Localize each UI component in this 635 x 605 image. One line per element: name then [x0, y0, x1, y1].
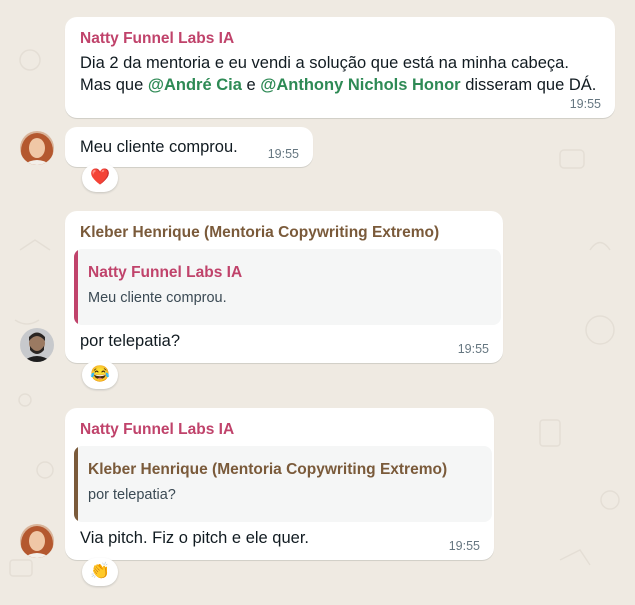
user-avatar-icon — [20, 131, 54, 165]
message-text-fragment: disseram que DÁ. — [460, 76, 597, 94]
quoted-sender: Natty Funnel Labs IA — [88, 264, 243, 281]
message-timestamp: 19:55 — [267, 147, 299, 161]
chat-area[interactable]: Natty Funnel Labs IA Dia 2 da mentoria e… — [0, 0, 635, 605]
message-sender[interactable]: Natty Funnel Labs IA — [80, 30, 234, 48]
message-text-fragment: e — [241, 76, 261, 94]
quoted-message[interactable]: Kleber Henrique (Mentoria Copywriting Ex… — [74, 446, 492, 522]
message-text: Meu cliente comprou. — [80, 138, 238, 156]
mention-link[interactable]: @André Cia — [148, 76, 242, 94]
message-text: Dia 2 da mentoria e eu vendi a solução q… — [80, 52, 596, 96]
quoted-message[interactable]: Natty Funnel Labs IA Meu cliente comprou… — [74, 249, 501, 325]
avatar[interactable] — [20, 328, 54, 362]
clapping-hands-icon: 👏 — [90, 563, 110, 580]
message-sender[interactable]: Natty Funnel Labs IA — [80, 421, 234, 439]
quoted-text: por telepatia? — [88, 487, 176, 503]
quote-accent-bar — [74, 446, 78, 522]
message-timestamp: 19:55 — [457, 342, 489, 356]
message-bubble[interactable]: Natty Funnel Labs IA Dia 2 da mentoria e… — [65, 17, 615, 118]
message-bubble[interactable]: Meu cliente comprou. 19:55 — [65, 127, 313, 167]
message-timestamp: 19:55 — [569, 97, 601, 111]
message-text: por telepatia? — [80, 332, 180, 350]
message-text-line: Dia 2 da mentoria e eu vendi a solução q… — [80, 54, 569, 72]
message-sender[interactable]: Kleber Henrique (Mentoria Copywriting Ex… — [80, 224, 439, 242]
reaction-badge[interactable]: ❤️ — [82, 164, 118, 192]
quoted-sender: Kleber Henrique (Mentoria Copywriting Ex… — [88, 461, 448, 478]
reaction-badge[interactable]: 😂 — [82, 361, 118, 389]
mention-link[interactable]: @Anthony Nichols Honor — [260, 76, 460, 94]
reaction-badge[interactable]: 👏 — [82, 558, 118, 586]
message-text-fragment: Mas que — [80, 76, 148, 94]
avatar[interactable] — [20, 524, 54, 558]
user-avatar-icon — [20, 524, 54, 558]
heart-icon: ❤️ — [90, 169, 110, 186]
message-bubble[interactable]: Kleber Henrique (Mentoria Copywriting Ex… — [65, 211, 503, 363]
message-timestamp: 19:55 — [448, 539, 480, 553]
quoted-text: Meu cliente comprou. — [88, 290, 227, 306]
message-text: Via pitch. Fiz o pitch e ele quer. — [80, 529, 309, 547]
user-avatar-icon — [20, 328, 54, 362]
avatar[interactable] — [20, 131, 54, 165]
message-bubble[interactable]: Natty Funnel Labs IA Kleber Henrique (Me… — [65, 408, 494, 560]
laughing-emoji-icon: 😂 — [90, 366, 110, 383]
quote-accent-bar — [74, 249, 78, 325]
